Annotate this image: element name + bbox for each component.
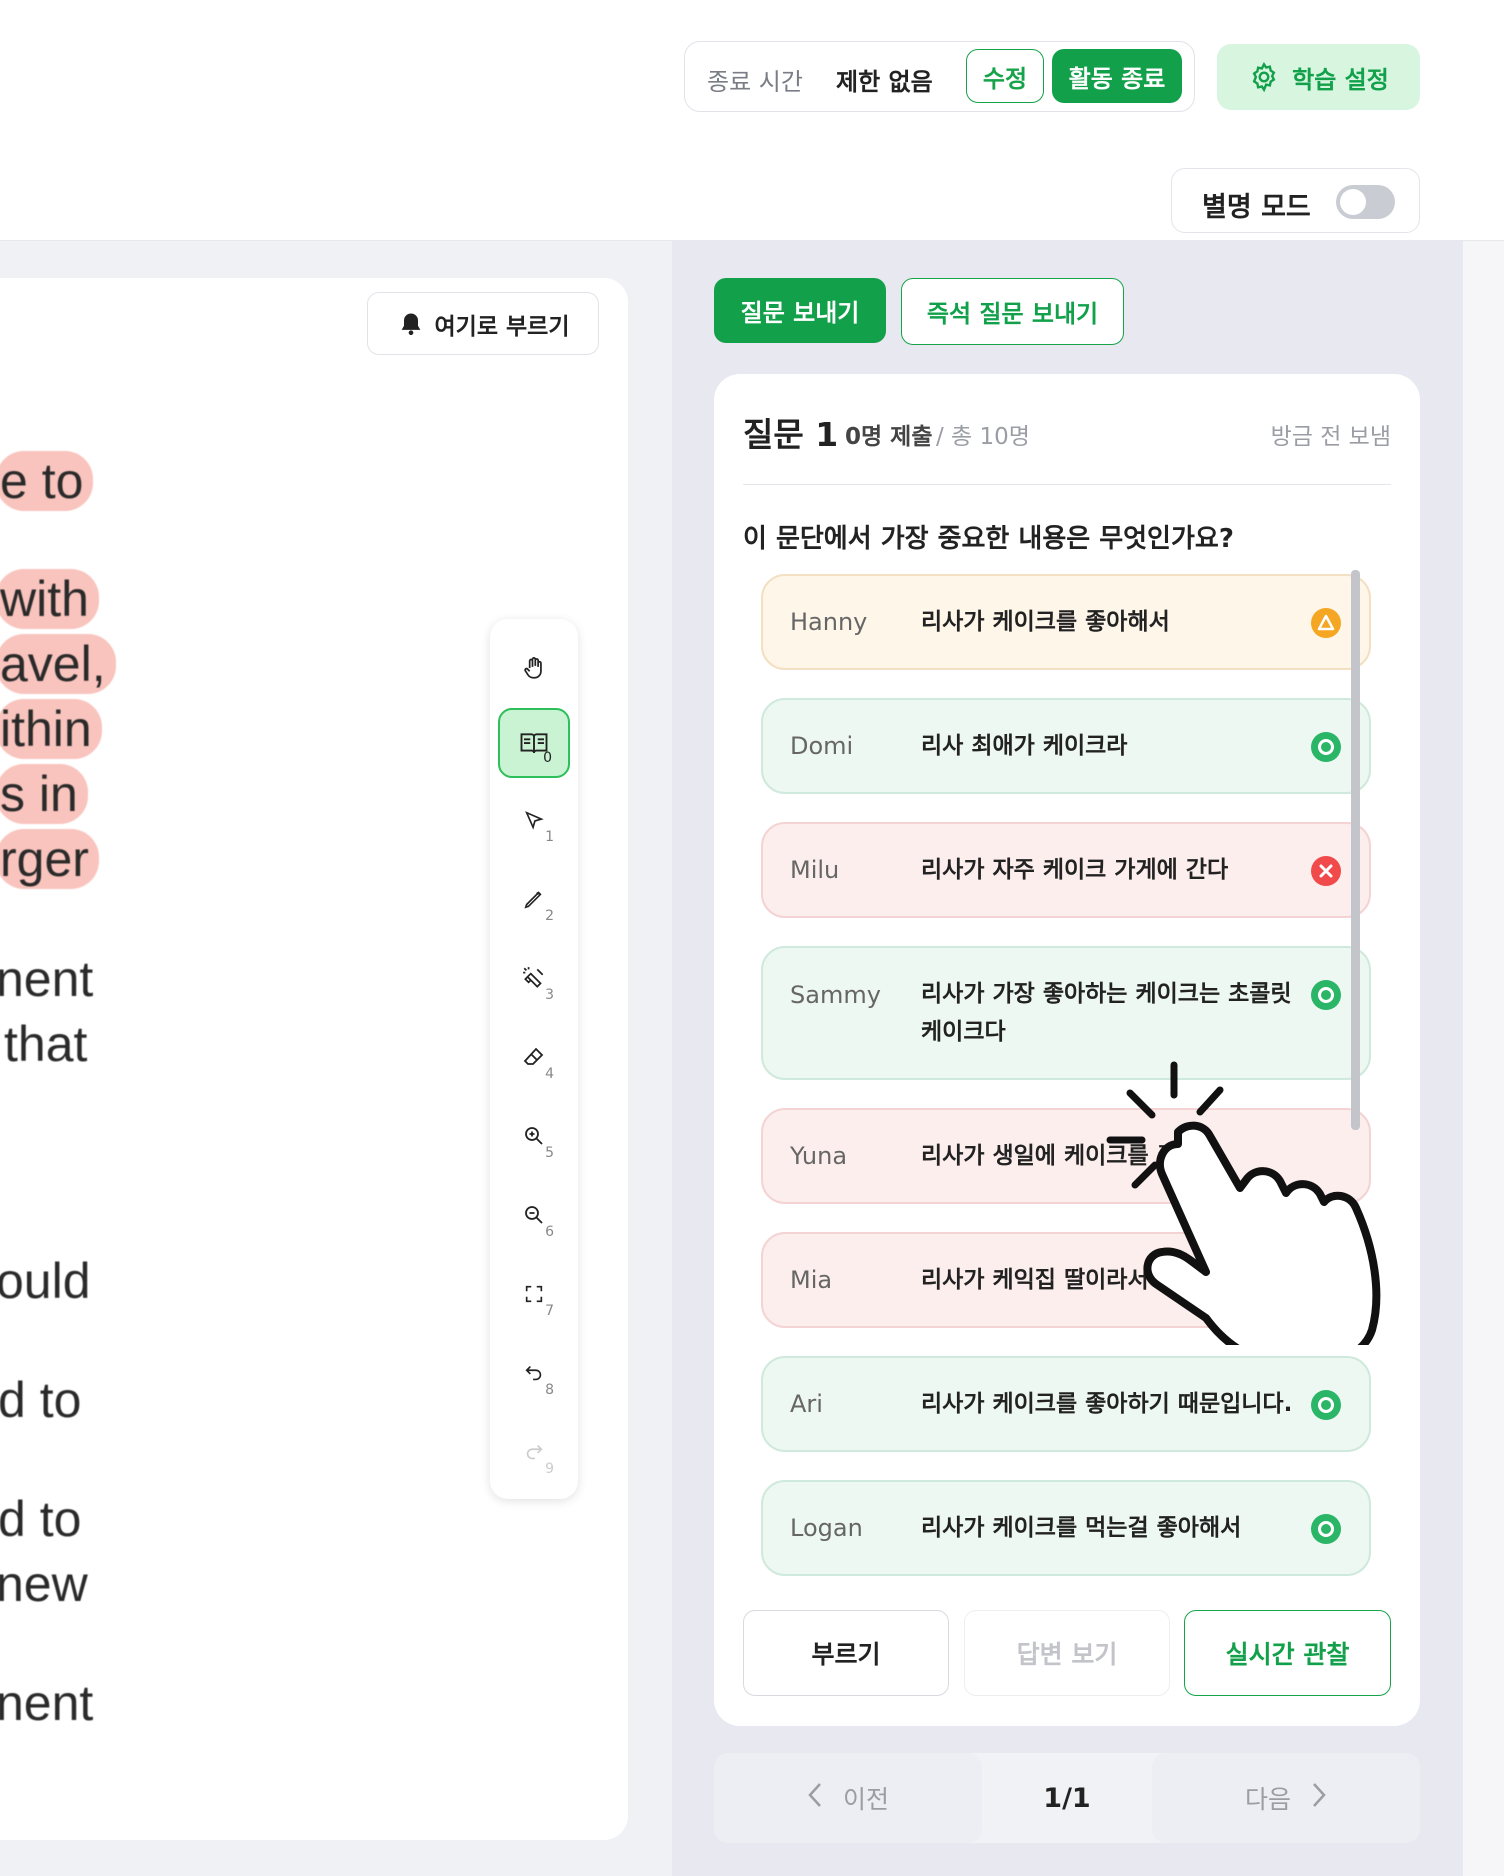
pencil-tool[interactable]: 2	[498, 864, 570, 934]
document-line: ould	[0, 1253, 91, 1309]
answer-text: 리사가 케이크를 먹는걸 좋아해서	[921, 1515, 1242, 1541]
student-name: Logan	[790, 1514, 863, 1542]
circle-mark-icon	[1311, 732, 1341, 762]
circle-mark-icon	[1311, 1514, 1341, 1544]
page-indicator: 1/1	[1043, 1782, 1091, 1814]
document-line: ithin	[0, 699, 102, 759]
tool-palette: 0 1 2 3 4 5 6 7 8 9	[490, 619, 578, 1499]
question-title: 질문 1	[743, 415, 839, 454]
submitted-count: 0명 제출	[845, 424, 933, 450]
answer-text: 리사가 케이크를 좋아하기 때문입니다.	[921, 1391, 1293, 1417]
question-text: 이 문단에서 가장 중요한 내용은 무엇인가요?	[743, 524, 1234, 554]
chevron-right-icon	[1311, 1781, 1327, 1815]
live-observe-button[interactable]: 실시간 관찰	[1184, 1610, 1391, 1696]
end-time-box: 종료 시간 제한 없음 수정 활동 종료	[684, 41, 1195, 112]
end-activity-button[interactable]: 활동 종료	[1052, 49, 1182, 103]
toggle-knob	[1340, 189, 1366, 215]
eraser-tool[interactable]: 4	[498, 1022, 570, 1092]
student-name: Domi	[790, 732, 854, 760]
x-mark-icon	[1311, 856, 1341, 886]
edit-button[interactable]: 수정	[966, 49, 1044, 103]
highlighter-icon	[523, 967, 544, 988]
document-line: rger	[0, 829, 99, 889]
document-line: nent	[0, 951, 94, 1007]
document-line: nent	[0, 1675, 94, 1731]
cursor-tool[interactable]: 1	[498, 785, 570, 855]
total-count: / 총 10명	[936, 424, 1030, 450]
quick-question-button[interactable]: 즉석 질문 보내기	[901, 278, 1124, 345]
reader-tool[interactable]: 0	[498, 708, 570, 778]
prev-label: 이전	[842, 1785, 889, 1814]
document-line: e to	[0, 451, 94, 511]
chevron-left-icon	[807, 1781, 823, 1815]
student-name: Yuna	[790, 1142, 848, 1170]
document-line: s in	[0, 764, 88, 824]
document-line: d to	[0, 1491, 82, 1547]
learning-settings-label: 학습 설정	[1292, 65, 1389, 94]
zoom-out-icon	[525, 1206, 543, 1224]
alias-mode-box: 별명 모드	[1171, 168, 1420, 233]
gear-icon	[1252, 61, 1276, 93]
answer-text: 리사가 케이크를 좋아해서	[921, 609, 1170, 635]
bell-icon	[401, 313, 420, 335]
redo-icon	[526, 1444, 543, 1460]
sent-time: 방금 전 보냄	[1270, 424, 1391, 450]
eraser-icon	[523, 1047, 544, 1065]
pointer-hand-icon	[1106, 1061, 1381, 1345]
end-time-value: 제한 없음	[836, 68, 933, 96]
prev-button[interactable]: 이전	[714, 1753, 982, 1843]
student-name: Milu	[790, 856, 840, 884]
question-card: 질문 1 0명 제출 / 총 10명 방금 전 보냄 이 문단에서 가장 중요한…	[714, 374, 1420, 1726]
end-time-label: 종료 시간	[707, 68, 803, 96]
student-name: Hanny	[790, 608, 868, 636]
edge-strip	[1463, 241, 1504, 1876]
call-button[interactable]: 부르기	[743, 1610, 949, 1696]
highlighter-tool[interactable]: 3	[498, 943, 570, 1013]
answer-item[interactable]: Milu 리사가 자주 케이크 가게에 간다	[761, 822, 1371, 918]
document-line: d to	[0, 1372, 82, 1428]
document-line: new	[0, 1556, 88, 1612]
divider	[743, 484, 1391, 485]
send-question-button[interactable]: 질문 보내기	[714, 278, 886, 343]
next-label: 다음	[1244, 1785, 1291, 1814]
redo-tool[interactable]: 9	[498, 1417, 570, 1487]
undo-tool[interactable]: 8	[498, 1338, 570, 1408]
cursor-icon	[525, 811, 544, 830]
document-line: that	[4, 1016, 88, 1072]
answer-item[interactable]: Ari 리사가 케이크를 좋아하기 때문입니다.	[761, 1356, 1371, 1452]
hand-icon	[524, 657, 542, 679]
alias-mode-label: 별명 모드	[1202, 192, 1311, 223]
triangle-mark-icon	[1311, 608, 1341, 638]
call-here-button[interactable]: 여기로 부르기	[367, 292, 599, 355]
zoom-in-tool[interactable]: 5	[498, 1101, 570, 1171]
hand-tool[interactable]	[498, 633, 570, 703]
zoom-out-tool[interactable]: 6	[498, 1180, 570, 1250]
circle-mark-icon	[1311, 980, 1341, 1010]
student-name: Sammy	[790, 981, 881, 1009]
pencil-icon	[524, 891, 542, 909]
student-name: Mia	[790, 1266, 833, 1294]
answer-text: 리사 최애가 케이크라	[921, 733, 1128, 759]
undo-icon	[525, 1365, 542, 1381]
answer-list-scrollbar[interactable]	[1351, 570, 1360, 1130]
answer-text: 리사가 자주 케이크 가게에 간다	[921, 857, 1229, 883]
zoom-in-icon	[525, 1127, 543, 1145]
fullscreen-tool[interactable]: 7	[498, 1259, 570, 1329]
answer-item[interactable]: Logan 리사가 케이크를 먹는걸 좋아해서	[761, 1480, 1371, 1576]
answer-text: 리사가 가장 좋아하는 케이크는 초콜릿 케이크다	[921, 981, 1292, 1045]
learning-settings-button[interactable]: 학습 설정	[1217, 44, 1420, 110]
question-pager: 이전 1/1 다음	[714, 1753, 1420, 1843]
document-line: with	[0, 569, 99, 629]
call-here-label: 여기로 부르기	[434, 313, 570, 340]
view-answers-button[interactable]: 답변 보기	[964, 1610, 1170, 1696]
fullscreen-icon	[525, 1285, 543, 1303]
alias-mode-toggle[interactable]	[1336, 185, 1395, 219]
answer-item[interactable]: Domi 리사 최애가 케이크라	[761, 698, 1371, 794]
header: 종료 시간 제한 없음 수정 활동 종료 학습 설정 별명 모드	[0, 0, 1504, 241]
student-name: Ari	[790, 1390, 823, 1418]
answer-item[interactable]: Hanny 리사가 케이크를 좋아해서	[761, 574, 1371, 670]
next-button[interactable]: 다음	[1152, 1753, 1420, 1843]
document-line: avel,	[0, 634, 116, 694]
circle-mark-icon	[1311, 1390, 1341, 1420]
